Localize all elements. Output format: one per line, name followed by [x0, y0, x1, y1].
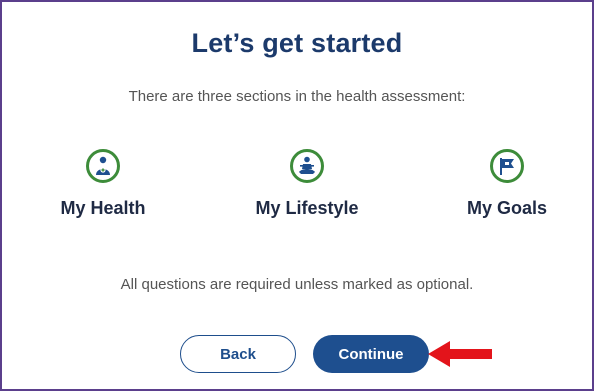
intro-text: There are three sections in the health a… [128, 88, 466, 105]
goals-flag-icon [490, 149, 524, 183]
assessment-card: Let’s get started There are three sectio… [0, 0, 594, 391]
back-button[interactable]: Back [180, 335, 296, 373]
section-label: My Goals [466, 198, 548, 218]
health-person-icon [86, 149, 120, 183]
section-label: My Health [60, 198, 146, 218]
lifestyle-meditation-icon [290, 149, 324, 183]
required-note: All questions are required unless marked… [120, 276, 474, 293]
pointer-arrow-icon [428, 341, 492, 367]
section-label: My Lifestyle [255, 198, 359, 218]
continue-button[interactable]: Continue [313, 335, 429, 373]
section-my-health: My Health [23, 149, 183, 219]
page-title: Let’s get started [191, 28, 403, 58]
section-my-lifestyle: My Lifestyle [227, 149, 387, 219]
section-my-goals: My Goals [427, 149, 587, 219]
